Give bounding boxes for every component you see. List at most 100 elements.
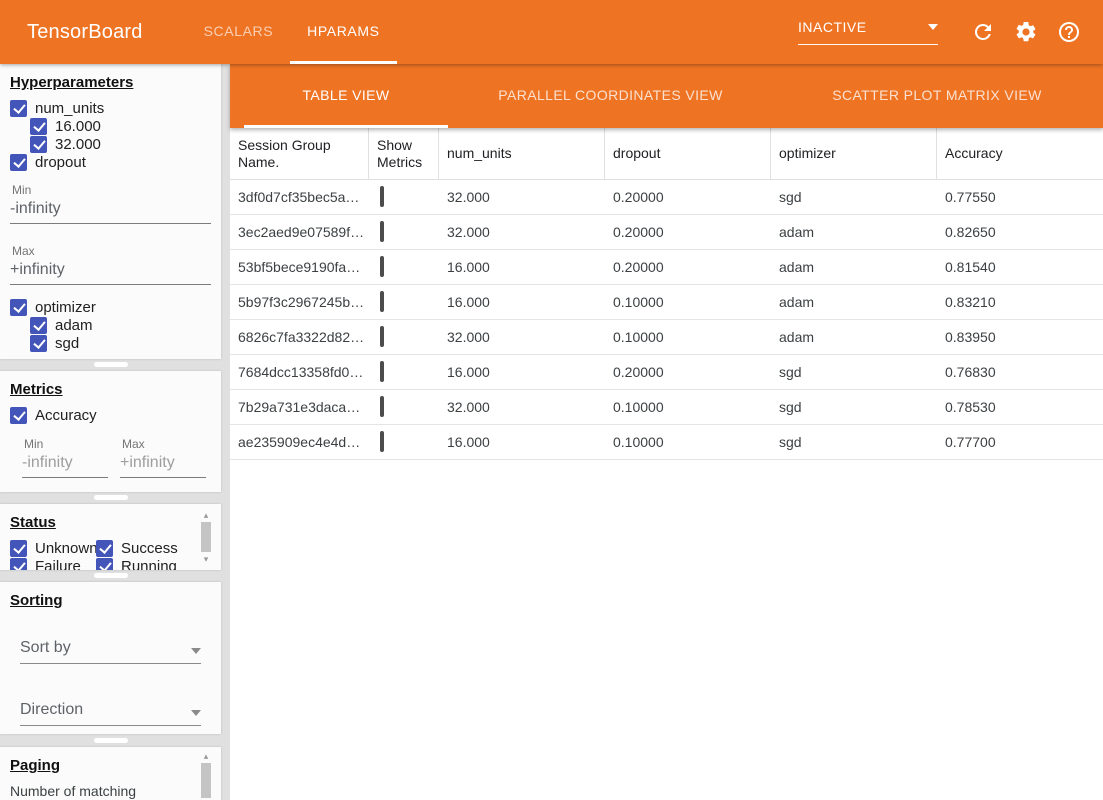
success-checkbox[interactable] bbox=[96, 540, 113, 557]
table-row: ae235909ec4e4d… 16.000 0.10000 sgd 0.777… bbox=[230, 425, 1103, 460]
checkbox-label: optimizer bbox=[35, 299, 96, 316]
tab-scalars[interactable]: SCALARS bbox=[187, 0, 291, 64]
tab-parallel-coordinates-view[interactable]: PARALLEL COORDINATES VIEW bbox=[448, 64, 773, 128]
chevron-down-icon bbox=[191, 648, 201, 654]
app-title: TensorBoard bbox=[27, 21, 143, 44]
table-row: 53bf5bece9190fa… 16.000 0.20000 adam 0.8… bbox=[230, 250, 1103, 285]
accuracy-checkbox[interactable] bbox=[10, 407, 27, 424]
dropout-cell: 0.10000 bbox=[605, 434, 771, 450]
help-button[interactable] bbox=[1057, 20, 1081, 44]
session-group-name: 7684dcc13358fd0… bbox=[230, 364, 369, 380]
scrollbar-thumb[interactable] bbox=[201, 763, 211, 798]
run-status-select[interactable]: INACTIVE bbox=[798, 19, 938, 45]
help-icon bbox=[1057, 20, 1081, 44]
accuracy-cell: 0.77700 bbox=[937, 434, 1103, 450]
accuracy-cell: 0.77550 bbox=[937, 189, 1103, 205]
show-metrics-checkbox[interactable] bbox=[380, 361, 384, 382]
metric-min-field: Min -infinity bbox=[22, 435, 108, 478]
accuracy-cell: 0.83950 bbox=[937, 329, 1103, 345]
hyperparameters-panel: Hyperparameters num_units 16.000 32.000 … bbox=[0, 64, 221, 359]
direction-value: Direction bbox=[20, 701, 83, 719]
optimizer-checkbox[interactable] bbox=[10, 299, 27, 316]
scroll-down-icon[interactable]: ▾ bbox=[204, 554, 209, 564]
refresh-button[interactable] bbox=[971, 20, 995, 44]
settings-button[interactable] bbox=[1014, 20, 1038, 44]
checkbox-label: Success bbox=[121, 540, 178, 557]
show-metrics-checkbox[interactable] bbox=[380, 221, 384, 242]
view-tabs: TABLE VIEW PARALLEL COORDINATES VIEW SCA… bbox=[230, 64, 1103, 128]
scroll-up-icon[interactable]: ▴ bbox=[204, 751, 209, 761]
scrollbar-thumb[interactable] bbox=[201, 522, 211, 552]
column-header-show-metrics: Show Metrics bbox=[369, 128, 439, 179]
max-label: Max bbox=[122, 437, 206, 451]
optimizer-cell: adam bbox=[771, 329, 937, 345]
sort-by-select[interactable]: Sort by bbox=[20, 636, 201, 664]
show-metrics-checkbox[interactable] bbox=[380, 326, 384, 347]
tab-hparams[interactable]: HPARAMS bbox=[290, 0, 396, 64]
min-label: Min bbox=[24, 437, 108, 451]
gear-icon bbox=[1014, 20, 1038, 44]
optimizer-cell: sgd bbox=[771, 364, 937, 380]
min-input[interactable]: -infinity bbox=[10, 197, 211, 224]
value-16-checkbox[interactable] bbox=[30, 118, 47, 135]
num-units-cell: 16.000 bbox=[439, 259, 605, 275]
tab-scatter-plot-matrix-view[interactable]: SCATTER PLOT MATRIX VIEW bbox=[773, 64, 1101, 128]
dropout-cell: 0.10000 bbox=[605, 329, 771, 345]
accuracy-cell: 0.76830 bbox=[937, 364, 1103, 380]
paging-scrollbar[interactable]: ▴ bbox=[199, 751, 213, 800]
min-label: Min bbox=[12, 183, 211, 197]
session-group-name: ae235909ec4e4d… bbox=[230, 434, 369, 450]
sgd-checkbox[interactable] bbox=[30, 335, 47, 352]
refresh-icon bbox=[971, 20, 995, 44]
max-input[interactable]: +infinity bbox=[120, 451, 206, 478]
show-metrics-checkbox[interactable] bbox=[380, 256, 384, 277]
running-checkbox[interactable] bbox=[96, 558, 113, 571]
value-32-checkbox[interactable] bbox=[30, 136, 47, 153]
hyperparameters-heading: Hyperparameters bbox=[10, 74, 211, 91]
show-metrics-checkbox[interactable] bbox=[380, 431, 384, 452]
adam-checkbox[interactable] bbox=[30, 317, 47, 334]
show-metrics-checkbox[interactable] bbox=[380, 291, 384, 312]
status-running-row: Running bbox=[96, 557, 190, 570]
table-row: 3ec2aed9e07589f… 32.000 0.20000 adam 0.8… bbox=[230, 215, 1103, 250]
section-resize-handle[interactable] bbox=[94, 738, 128, 743]
hparam-value-row: sgd bbox=[10, 334, 211, 352]
max-input[interactable]: +infinity bbox=[10, 258, 211, 285]
plugin-tabs: SCALARS HPARAMS bbox=[187, 0, 397, 64]
optimizer-cell: sgd bbox=[771, 189, 937, 205]
chevron-down-icon bbox=[928, 24, 938, 30]
table-header: Session Group Name. Show Metrics num_uni… bbox=[230, 128, 1103, 180]
dropout-cell: 0.20000 bbox=[605, 364, 771, 380]
num-units-checkbox[interactable] bbox=[10, 100, 27, 117]
dropout-min-field: Min -infinity bbox=[10, 183, 211, 224]
optimizer-group: optimizer adam sgd bbox=[10, 298, 211, 352]
table-row: 5b97f3c2967245b… 16.000 0.10000 adam 0.8… bbox=[230, 285, 1103, 320]
section-resize-handle[interactable] bbox=[94, 362, 128, 367]
show-metrics-checkbox[interactable] bbox=[380, 186, 384, 207]
direction-select[interactable]: Direction bbox=[20, 698, 201, 726]
num-units-cell: 32.000 bbox=[439, 224, 605, 240]
min-input[interactable]: -infinity bbox=[22, 451, 108, 478]
max-label: Max bbox=[12, 244, 211, 258]
status-unknown-row: Unknown bbox=[10, 539, 96, 557]
dropout-cell: 0.20000 bbox=[605, 189, 771, 205]
table-row: 6826c7fa3322d82… 32.000 0.10000 adam 0.8… bbox=[230, 320, 1103, 355]
num-units-cell: 32.000 bbox=[439, 329, 605, 345]
status-scrollbar[interactable]: ▴ ▾ bbox=[199, 510, 213, 564]
checkbox-label: Running bbox=[121, 558, 177, 571]
hparam-dropout-row: dropout bbox=[10, 153, 211, 171]
dropout-cell: 0.20000 bbox=[605, 224, 771, 240]
tab-table-view[interactable]: TABLE VIEW bbox=[244, 64, 448, 128]
sorting-heading: Sorting bbox=[10, 592, 211, 609]
dropout-checkbox[interactable] bbox=[10, 154, 27, 171]
show-metrics-checkbox[interactable] bbox=[380, 396, 384, 417]
accuracy-cell: 0.78530 bbox=[937, 399, 1103, 415]
failure-checkbox[interactable] bbox=[10, 558, 27, 571]
unknown-checkbox[interactable] bbox=[10, 540, 27, 557]
paging-heading: Paging bbox=[10, 757, 211, 774]
column-header-num-units: num_units bbox=[439, 128, 605, 179]
scroll-up-icon[interactable]: ▴ bbox=[204, 510, 209, 520]
section-resize-handle[interactable] bbox=[94, 495, 128, 500]
num-units-cell: 16.000 bbox=[439, 434, 605, 450]
section-resize-handle[interactable] bbox=[94, 573, 128, 578]
